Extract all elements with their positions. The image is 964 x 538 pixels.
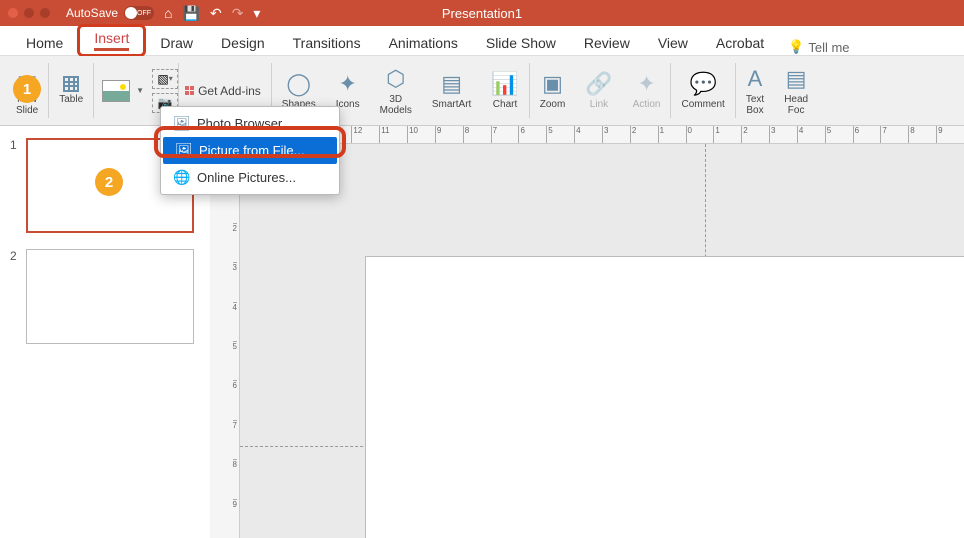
3d-models-button[interactable]: ⬡ 3D Models [370,56,422,125]
tab-review[interactable]: Review [570,29,644,55]
comment-button[interactable]: 💬 Comment [671,56,734,125]
ribbon-insert: ▭ New Slide Table ▼ ▧▾ 📷 Get Add-ins ◯ S… [0,56,964,126]
callout-badge-1: 1 [13,75,41,103]
tab-home[interactable]: Home [12,29,77,55]
addins-icon [185,86,194,95]
tab-design[interactable]: Design [207,29,279,55]
callout-badge-2: 2 [95,168,123,196]
link-icon: 🔗 [585,71,612,97]
smartart-button[interactable]: ▤ SmartArt [422,56,481,125]
header-footer-icon: ▤ [786,66,807,92]
titlebar: AutoSave OFF ⌂ 💾 ↶ ↷ ▾ Presentation1 [0,0,964,26]
quick-access-toolbar: ⌂ 💾 ↶ ↷ ▾ [164,5,260,22]
ribbon-tabs: Home Insert Draw Design Transitions Anim… [0,26,964,56]
action-icon: ✦ [637,71,655,97]
online-pictures-icon: 🌐 [173,169,189,186]
picture-icon [102,80,130,102]
link-button: 🔗 Link [575,56,622,125]
photo-browser-icon: 🖼 [173,115,189,132]
slide-thumb-2[interactable]: 2 [10,249,200,344]
smartart-icon: ▤ [441,71,462,97]
menu-photo-browser[interactable]: 🖼 Photo Browser... [161,110,339,137]
menu-online-pictures[interactable]: 🌐 Online Pictures... [161,164,339,191]
tab-insert[interactable]: Insert [77,24,146,57]
close-dot-icon[interactable] [8,8,18,18]
chart-button[interactable]: 📊 Chart [481,56,528,125]
save-icon[interactable]: 💾 [183,5,200,22]
header-footer-button[interactable]: ▤ Head Foc [774,56,818,125]
shapes-icon: ◯ [286,71,311,97]
autosave-toggle[interactable]: AutoSave OFF [66,6,154,20]
tab-view[interactable]: View [644,29,702,55]
tell-me-search[interactable]: 💡 Tell me [788,39,849,55]
menu-picture-from-file[interactable]: 🖼 Picture from File... [163,137,337,164]
comment-icon: 💬 [689,71,716,97]
icons-icon: ✦ [338,71,356,97]
pictures-split-button[interactable]: ▼ [94,80,152,102]
toggle-switch-icon[interactable]: OFF [124,6,154,20]
undo-icon[interactable]: ↶ [210,5,222,22]
tab-active-underline [94,48,129,51]
textbox-icon: A [748,66,763,92]
zoom-dot-icon[interactable] [40,8,50,18]
autosave-label: AutoSave [66,6,118,20]
cube-icon: ⬡ [386,66,405,92]
picture-dropdown-menu: 🖼 Photo Browser... 🖼 Picture from File..… [160,106,340,195]
tab-acrobat[interactable]: Acrobat [702,29,778,55]
chevron-down-icon[interactable]: ▼ [136,86,144,95]
zoom-button[interactable]: ▣ Zoom [530,56,576,125]
dropdown-caret-icon[interactable]: ▾ [253,5,260,22]
chart-icon: 📊 [491,71,518,97]
home-icon[interactable]: ⌂ [164,5,172,22]
thumb-preview [26,249,194,344]
redo-icon[interactable]: ↷ [232,5,244,22]
picture-file-icon: 🖼 [175,142,191,159]
minimize-dot-icon[interactable] [24,8,34,18]
get-addins-button[interactable]: Get Add-ins [185,84,261,98]
document-title: Presentation1 [442,6,522,21]
slide-canvas[interactable] [365,256,964,538]
table-icon [63,76,79,92]
tab-draw[interactable]: Draw [146,29,207,55]
lightbulb-icon: 💡 [788,39,804,55]
window-controls[interactable] [8,8,50,18]
vertical-ruler: 0123456789 [210,144,240,538]
tab-slideshow[interactable]: Slide Show [472,29,570,55]
action-button: ✦ Action [623,56,671,125]
tab-transitions[interactable]: Transitions [279,29,375,55]
zoom-icon: ▣ [542,71,563,97]
screenshot-button[interactable]: ▧▾ [152,69,178,89]
table-button[interactable]: Table [49,56,93,125]
horizontal-ruler: 161514131211109876543210123456789 [240,126,964,144]
tab-animations[interactable]: Animations [375,29,472,55]
text-box-button[interactable]: A Text Box [736,56,774,125]
workspace: 1 2 161514131211109876543210123456789 01… [0,126,964,538]
